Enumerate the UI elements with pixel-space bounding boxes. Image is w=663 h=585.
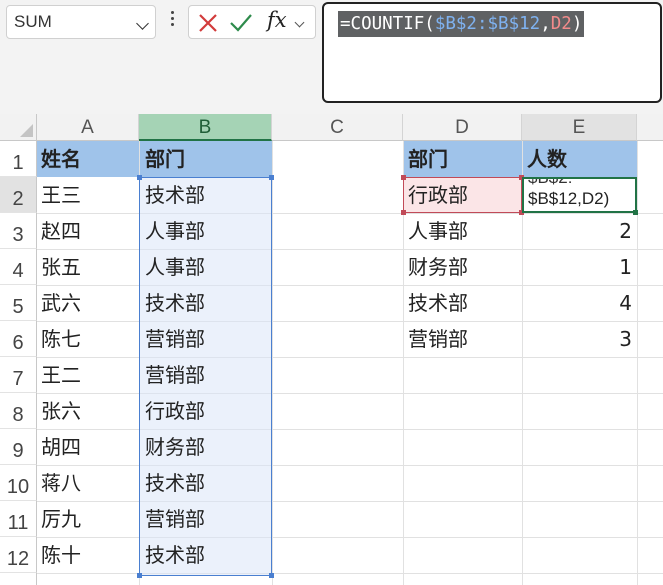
cell-b3[interactable]: 人事部	[145, 213, 205, 249]
column-header-e[interactable]: E	[522, 114, 637, 141]
row-header-7[interactable]: 7	[0, 357, 37, 393]
row-header-12[interactable]: 12	[0, 537, 37, 573]
formula-input[interactable]: =COUNTIF($B$2:$B$12,D2)	[322, 2, 662, 103]
cell-a2[interactable]: 王三	[41, 177, 81, 213]
column-header-b[interactable]: B	[139, 114, 272, 141]
cell-b4[interactable]: 人事部	[145, 249, 205, 285]
range-handle[interactable]	[137, 175, 142, 180]
cell-a9[interactable]: 胡四	[41, 429, 81, 465]
column-header-c[interactable]: C	[272, 114, 403, 141]
cell-e5[interactable]: 4	[522, 285, 632, 321]
row-header-8[interactable]: 8	[0, 393, 37, 429]
range-handle[interactable]	[137, 573, 142, 578]
cell-a5[interactable]: 武六	[41, 285, 81, 321]
header-department[interactable]: 部门	[408, 141, 448, 177]
cell-a6[interactable]: 陈七	[41, 321, 81, 357]
checkmark-icon[interactable]	[229, 12, 253, 34]
cell-d4[interactable]: 财务部	[408, 249, 468, 285]
cell-d6[interactable]: 营销部	[408, 321, 468, 357]
cell-e3[interactable]: 2	[522, 213, 632, 249]
row-header-1[interactable]: 1	[0, 141, 37, 177]
cell-b5[interactable]: 技术部	[145, 285, 205, 321]
row-header-11[interactable]: 11	[0, 501, 37, 537]
row-header-9[interactable]: 9	[0, 429, 37, 465]
cell-a7[interactable]: 王二	[41, 357, 81, 393]
cell-b2[interactable]: 技术部	[145, 177, 205, 213]
column-header-f[interactable]	[637, 114, 663, 141]
cell-b8[interactable]: 行政部	[145, 393, 205, 429]
cell-a10[interactable]: 蒋八	[41, 465, 81, 501]
column-header-a[interactable]: A	[37, 114, 139, 141]
header-department[interactable]: 部门	[145, 141, 185, 177]
name-box[interactable]: SUM	[6, 5, 156, 39]
cell-b9[interactable]: 财务部	[145, 429, 205, 465]
cell-e6[interactable]: 3	[522, 321, 632, 357]
cell-a8[interactable]: 张六	[41, 393, 81, 429]
cell-a11[interactable]: 厉九	[41, 501, 81, 537]
formula-buttons: fx	[188, 5, 316, 39]
cell-d3[interactable]: 人事部	[408, 213, 468, 249]
cell-e2-text-line1: $B$2:	[528, 177, 573, 187]
more-options-icon[interactable]	[169, 11, 175, 31]
cell-b12[interactable]: 技术部	[145, 537, 205, 573]
chevron-down-icon[interactable]	[294, 17, 305, 28]
range-handle[interactable]	[269, 175, 274, 180]
close-x-icon[interactable]	[197, 12, 219, 34]
header-name[interactable]: 姓名	[41, 141, 81, 177]
column-header-d[interactable]: D	[403, 114, 522, 141]
row-header-6[interactable]: 6	[0, 321, 37, 357]
range-handle[interactable]	[401, 175, 406, 180]
chevron-down-icon[interactable]	[136, 17, 149, 30]
active-cell-e2[interactable]: $B$2: $B$12,D2)	[522, 177, 637, 213]
formula-text: =COUNTIF($B$2:$B$12,D2)	[338, 11, 585, 37]
cell-b11[interactable]: 营销部	[145, 501, 205, 537]
row-header-2[interactable]: 2	[0, 177, 37, 213]
range-handle[interactable]	[269, 573, 274, 578]
name-box-value: SUM	[14, 12, 52, 31]
fill-handle[interactable]	[633, 210, 638, 215]
spreadsheet-grid[interactable]: A B C D E 1 2 3 4 5 6 7 8 9 10 11 12 姓名 …	[0, 114, 663, 585]
row-header-5[interactable]: 5	[0, 285, 37, 321]
cell-b6[interactable]: 营销部	[145, 321, 205, 357]
cell-d2[interactable]: 行政部	[408, 177, 468, 213]
range-handle[interactable]	[401, 210, 406, 215]
row-header-3[interactable]: 3	[0, 213, 37, 249]
select-all-corner[interactable]	[0, 114, 37, 141]
insert-function-button[interactable]: fx	[267, 8, 287, 32]
cell-d5[interactable]: 技术部	[408, 285, 468, 321]
cell-a12[interactable]: 陈十	[41, 537, 81, 573]
cell-b10[interactable]: 技术部	[145, 465, 205, 501]
cell-e4[interactable]: 1	[522, 249, 632, 285]
formula-bar-area: SUM fx =COUNTIF($B$2:$B$12,D2)	[0, 0, 663, 114]
row-header-10[interactable]: 10	[0, 465, 37, 501]
header-count[interactable]: 人数	[527, 141, 567, 177]
row-header-13[interactable]	[0, 573, 37, 585]
row-header-4[interactable]: 4	[0, 249, 37, 285]
cell-a3[interactable]: 赵四	[41, 213, 81, 249]
cell-a4[interactable]: 张五	[41, 249, 81, 285]
cell-b7[interactable]: 营销部	[145, 357, 205, 393]
cell-e2-text-line2: $B$12,D2)	[528, 189, 610, 208]
